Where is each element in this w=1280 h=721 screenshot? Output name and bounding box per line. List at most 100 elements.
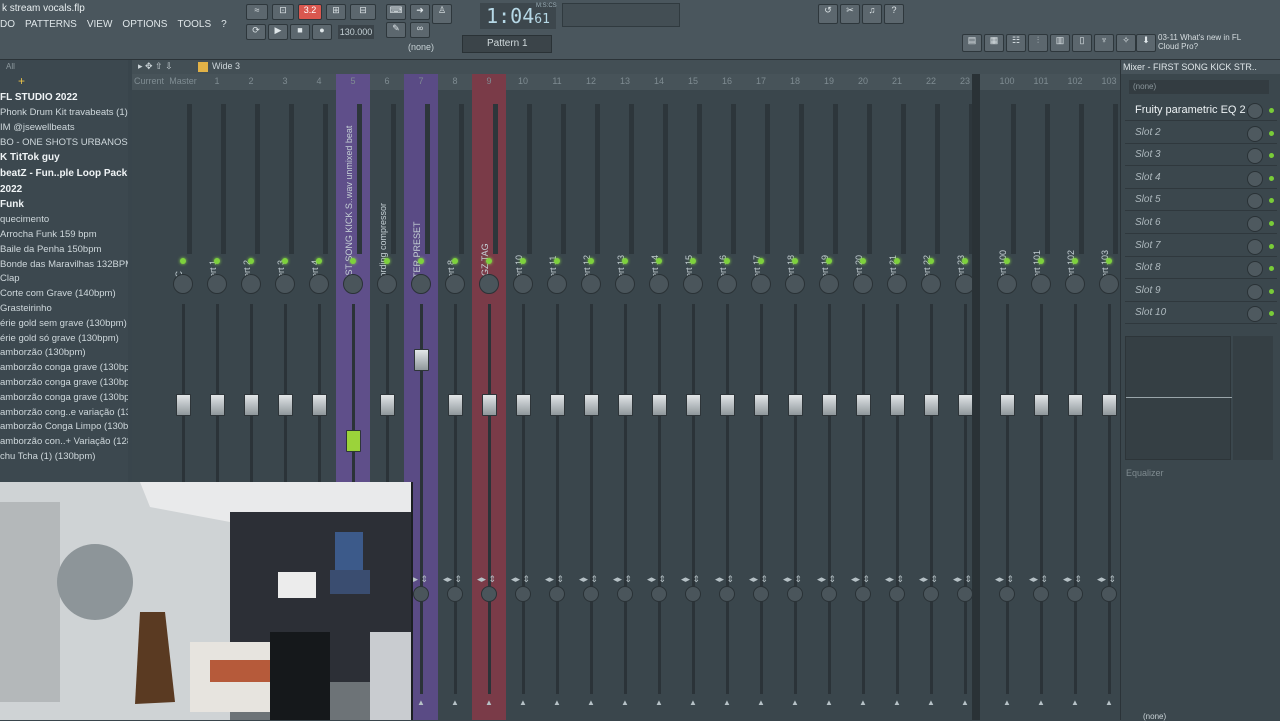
stereo-separation-icon[interactable]: ◂▸ ⇕ xyxy=(953,574,972,585)
track-enable-led[interactable] xyxy=(554,258,560,264)
stereo-knob[interactable] xyxy=(481,586,497,602)
track-enable-led[interactable] xyxy=(350,258,356,264)
browser-item[interactable]: Clap xyxy=(0,272,128,287)
volume-fader[interactable] xyxy=(652,394,667,416)
stereo-knob[interactable] xyxy=(1101,586,1117,602)
pan-knob[interactable] xyxy=(717,274,737,294)
pan-knob[interactable] xyxy=(513,274,533,294)
browser-item[interactable]: quecimento xyxy=(0,213,128,228)
input-selector[interactable]: (none) xyxy=(1129,80,1269,94)
slot-mix-knob[interactable] xyxy=(1247,238,1263,255)
slot-mix-knob[interactable] xyxy=(1247,261,1263,278)
browser-item[interactable]: IM @jsewellbeats xyxy=(0,121,128,136)
stereo-knob[interactable] xyxy=(447,586,463,602)
route-arrow-icon[interactable]: ▲ xyxy=(587,698,595,707)
mixer-view-label[interactable]: Wide 3 xyxy=(212,61,240,71)
effect-slot[interactable]: Slot 2 xyxy=(1125,123,1277,144)
volume-fader[interactable] xyxy=(1034,394,1049,416)
effect-slot[interactable]: Slot 10 xyxy=(1125,303,1277,325)
pan-knob[interactable] xyxy=(207,274,227,294)
stereo-separation-icon[interactable]: ◂▸ ⇕ xyxy=(817,574,836,585)
volume-fader[interactable] xyxy=(550,394,565,416)
pan-knob[interactable] xyxy=(649,274,669,294)
route-arrow-icon[interactable]: ▲ xyxy=(485,698,493,707)
track-enable-led[interactable] xyxy=(180,258,186,264)
slot-enable-led[interactable] xyxy=(1269,198,1274,204)
stereo-separation-icon[interactable]: ◂▸ ⇕ xyxy=(511,574,530,585)
stereo-knob[interactable] xyxy=(1067,586,1083,602)
stereo-separation-icon[interactable]: ◂▸ ⇕ xyxy=(613,574,632,585)
track-enable-led[interactable] xyxy=(962,258,968,264)
route-arrow-icon[interactable]: ▲ xyxy=(825,698,833,707)
browser-item[interactable]: amborzão conga grave (130bpm) (2) xyxy=(0,376,128,391)
volume-fader[interactable] xyxy=(1000,394,1015,416)
slot-enable-led[interactable] xyxy=(1269,153,1274,159)
browser-item[interactable]: Bonde das Maravilhas 132BPM xyxy=(0,258,128,273)
pan-knob[interactable] xyxy=(173,274,193,294)
browser-item[interactable]: Phonk Drum Kit travabeats (1) xyxy=(0,106,128,121)
track-enable-led[interactable] xyxy=(418,258,424,264)
mixer-track[interactable]: 20 Insert 20 ◂▸ ⇕ ▲ xyxy=(846,74,880,720)
mixer-track[interactable]: 14 Insert 14 ◂▸ ⇕ ▲ xyxy=(642,74,676,720)
route-arrow-icon[interactable]: ▲ xyxy=(893,698,901,707)
volume-fader[interactable] xyxy=(924,394,939,416)
track-enable-led[interactable] xyxy=(214,258,220,264)
slot-mix-knob[interactable] xyxy=(1247,283,1263,300)
mixer-track[interactable]: 19 Insert 19 ◂▸ ⇕ ▲ xyxy=(812,74,846,720)
stereo-separation-icon[interactable]: ◂▸ ⇕ xyxy=(1029,574,1048,585)
download-icon[interactable]: ⬇ xyxy=(1136,34,1156,52)
pan-knob[interactable] xyxy=(581,274,601,294)
view-icon[interactable] xyxy=(198,62,208,72)
stereo-knob[interactable] xyxy=(1033,586,1049,602)
effect-slot[interactable]: Fruity parametric EQ 2 xyxy=(1125,100,1277,121)
menu-options[interactable]: OPTIONS xyxy=(122,19,167,30)
browser-item[interactable]: amborzão cong..e variação (130bpm) xyxy=(0,406,128,421)
track-enable-led[interactable] xyxy=(1038,258,1044,264)
mixer-track[interactable]: 18 Insert 18 ◂▸ ⇕ ▲ xyxy=(778,74,812,720)
stereo-knob[interactable] xyxy=(719,586,735,602)
route-arrow-icon[interactable]: ▲ xyxy=(621,698,629,707)
browser-item[interactable]: amborzão con..+ Variação (128bpm) xyxy=(0,435,128,450)
volume-fader[interactable] xyxy=(448,394,463,416)
mixer-track[interactable]: 12 Insert 12 ◂▸ ⇕ ▲ xyxy=(574,74,608,720)
snap-selector[interactable]: (none) xyxy=(408,42,434,52)
cut-icon[interactable]: ✂ xyxy=(840,4,860,24)
volume-fader[interactable] xyxy=(584,394,599,416)
record-button[interactable]: ● xyxy=(312,24,332,40)
browser-folder[interactable]: beatZ - Fun..ple Loop Pack 2022 xyxy=(0,166,128,195)
pan-knob[interactable] xyxy=(683,274,703,294)
track-enable-led[interactable] xyxy=(758,258,764,264)
track-enable-led[interactable] xyxy=(622,258,628,264)
arrow-icon[interactable]: ➜ xyxy=(410,4,430,20)
stereo-separation-icon[interactable]: ◂▸ ⇕ xyxy=(443,574,462,585)
mixer-track[interactable]: 101 Insert 101 ◂▸ ⇕ ▲ xyxy=(1024,74,1058,720)
volume-fader[interactable] xyxy=(210,394,225,416)
stereo-separation-icon[interactable]: ◂▸ ⇕ xyxy=(477,574,496,585)
track-enable-led[interactable] xyxy=(486,258,492,264)
pattern-song-toggle[interactable]: ≈ xyxy=(246,4,268,20)
slot-mix-knob[interactable] xyxy=(1247,103,1263,119)
route-arrow-icon[interactable]: ▲ xyxy=(927,698,935,707)
mixer-track[interactable]: 9 TIAGZ TAG ◂▸ ⇕ ▲ xyxy=(472,74,506,720)
track-enable-led[interactable] xyxy=(384,258,390,264)
track-enable-led[interactable] xyxy=(248,258,254,264)
slot-enable-led[interactable] xyxy=(1269,221,1274,226)
pan-knob[interactable] xyxy=(547,274,567,294)
pan-knob[interactable] xyxy=(241,274,261,294)
help-icon[interactable]: ? xyxy=(884,4,904,24)
news-panel[interactable]: 03-11 What's new in FL Cloud Pro? xyxy=(1158,33,1258,51)
route-arrow-icon[interactable]: ▲ xyxy=(961,698,969,707)
menu-patterns[interactable]: PATTERNS xyxy=(25,19,77,30)
route-arrow-icon[interactable]: ▲ xyxy=(689,698,697,707)
mixer-track[interactable]: 10 Insert 10 ◂▸ ⇕ ▲ xyxy=(506,74,540,720)
piano-roll-icon[interactable]: ⫶ xyxy=(1028,34,1048,52)
stereo-knob[interactable] xyxy=(787,586,803,602)
typing-keyboard-icon[interactable]: ⌨ xyxy=(386,4,406,20)
route-arrow-icon[interactable]: ▲ xyxy=(1105,698,1113,707)
pan-knob[interactable] xyxy=(445,274,465,294)
stereo-separation-icon[interactable]: ◂▸ ⇕ xyxy=(545,574,564,585)
volume-fader[interactable] xyxy=(176,394,191,416)
link-icon[interactable]: ∞ xyxy=(410,22,430,38)
stereo-knob[interactable] xyxy=(999,586,1015,602)
browser-item[interactable]: chu Tcha (1) (130bpm) xyxy=(0,450,128,465)
